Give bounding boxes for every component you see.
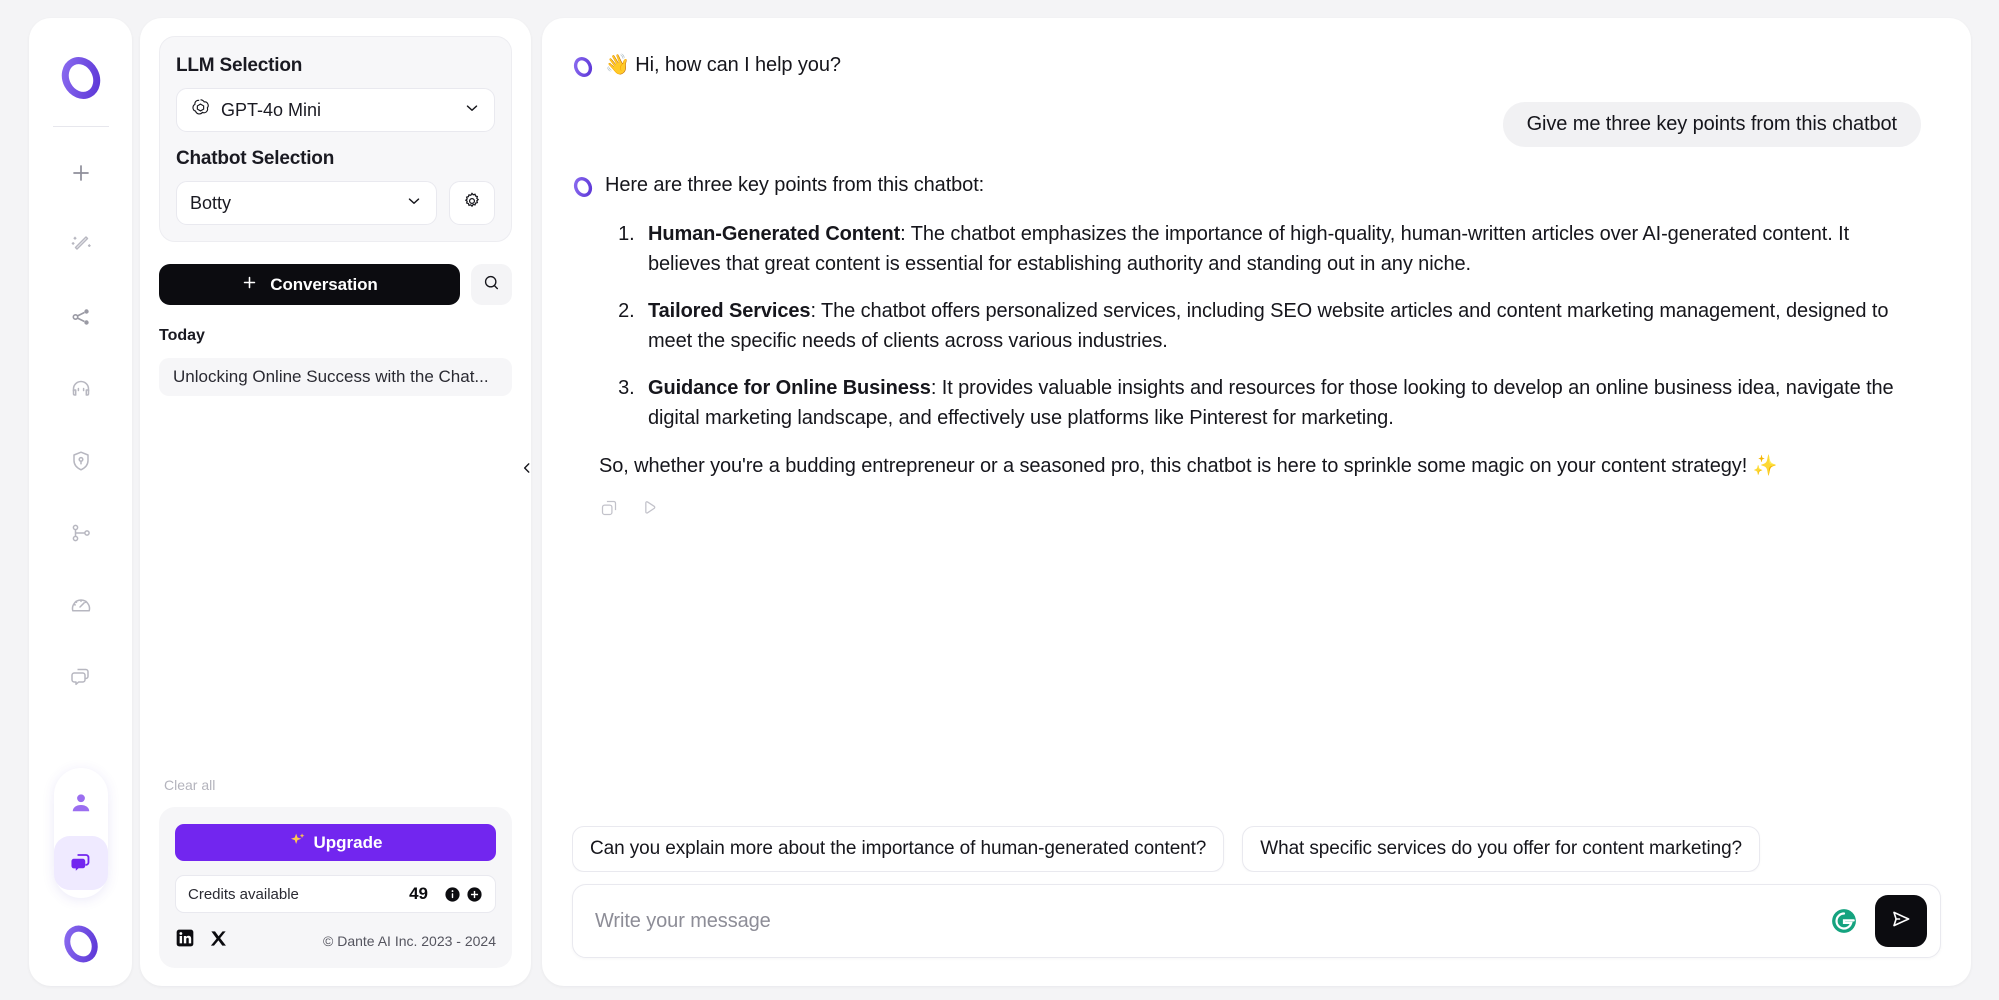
point-title: Human-Generated Content [648, 223, 901, 245]
chatbot-selection-dropdown[interactable]: Botty [176, 181, 437, 225]
bot-reply-header: Here are three key points from this chat… [572, 172, 1921, 199]
new-item-icon[interactable] [55, 147, 107, 199]
send-button[interactable] [1875, 895, 1927, 947]
list-item: Human-Generated Content: The chatbot emp… [640, 220, 1921, 279]
point-title: Guidance for Online Business [648, 377, 931, 400]
conversation-controls: Conversation [159, 264, 512, 305]
search-conversations-button[interactable] [471, 264, 512, 305]
chevron-left-icon [520, 461, 534, 480]
new-conversation-label: Conversation [270, 274, 378, 294]
icon-rail [29, 18, 132, 986]
point-title: Tailored Services [648, 300, 811, 323]
upgrade-button[interactable]: Upgrade [175, 824, 496, 861]
section-today-label: Today [159, 327, 205, 344]
plus-icon [241, 274, 258, 296]
suggestion-chip[interactable]: Can you explain more about the importanc… [572, 826, 1225, 872]
message-actions [599, 498, 1921, 518]
message-input-placeholder[interactable]: Write your message [595, 910, 1830, 933]
panel-spacer [159, 396, 512, 777]
play-audio-icon[interactable] [639, 498, 659, 518]
info-icon[interactable] [444, 886, 461, 903]
user-message: Give me three key points from this chatb… [572, 102, 1921, 147]
grammarly-icon[interactable] [1830, 907, 1858, 935]
share-icon[interactable] [55, 291, 107, 343]
message-list: 👋 Hi, how can I help you? Give me three … [542, 18, 1971, 786]
chatbot-settings-button[interactable] [449, 181, 495, 225]
llm-selection-dropdown[interactable]: GPT-4o Mini [176, 88, 495, 132]
clear-all-button[interactable]: Clear all [164, 777, 512, 793]
chat-bubbles-icon[interactable] [55, 651, 107, 703]
social-row: © Dante AI Inc. 2023 - 2024 [175, 928, 496, 953]
chatbot-selection-row: Botty [176, 181, 495, 225]
openai-icon [190, 97, 211, 123]
suggestion-chip[interactable]: What specific services do you offer for … [1242, 826, 1761, 872]
rail-bottom-group [29, 768, 132, 964]
chevron-down-icon [405, 192, 423, 215]
key-points-list: Human-Generated Content: The chatbot emp… [572, 220, 1921, 434]
chatbot-selection-value: Botty [190, 192, 232, 213]
plus-circle-icon[interactable] [466, 886, 483, 903]
conversation-list-item[interactable]: Unlocking Online Success with the Chat..… [159, 358, 512, 396]
workflow-icon[interactable] [55, 507, 107, 559]
bot-avatar [572, 176, 594, 198]
suggestion-chips: Can you explain more about the importanc… [572, 826, 1941, 872]
analytics-gauge-icon[interactable] [55, 579, 107, 631]
copy-message-icon[interactable] [599, 498, 619, 518]
credits-value: 49 [409, 884, 428, 903]
composer: Can you explain more about the importanc… [542, 826, 1971, 986]
list-item: Tailored Services: The chatbot offers pe… [640, 297, 1921, 356]
list-item: Guidance for Online Business: It provide… [640, 374, 1921, 433]
collapse-panel-button[interactable] [514, 444, 540, 496]
x-twitter-icon[interactable] [209, 929, 228, 953]
llm-selection-value: GPT-4o Mini [221, 99, 322, 120]
account-avatar-icon[interactable] [54, 776, 108, 830]
copyright-text: © Dante AI Inc. 2023 - 2024 [323, 932, 496, 949]
point-body: : The chatbot offers personalized servic… [648, 300, 1889, 352]
magic-wand-icon[interactable] [55, 219, 107, 271]
message-input-bar[interactable]: Write your message [572, 884, 1941, 958]
dante-ring-logo[interactable] [59, 56, 103, 100]
chevron-down-icon [463, 99, 481, 122]
llm-selection-label: LLM Selection [176, 55, 303, 76]
chatbot-selection-label: Chatbot Selection [176, 148, 335, 169]
rail-divider [52, 126, 109, 127]
left-panel: LLM Selection GPT-4o Mini Chatbot Select… [140, 18, 531, 986]
upgrade-label: Upgrade [313, 832, 383, 852]
panel-footer-card: Upgrade Credits available 49 © Dante AI … [159, 807, 512, 968]
chat-active-icon[interactable] [53, 836, 108, 890]
send-icon [1889, 907, 1913, 936]
user-message-bubble: Give me three key points from this chatb… [1502, 102, 1921, 147]
support-headset-icon[interactable] [55, 363, 107, 415]
dante-ring-logo-bottom[interactable] [61, 924, 101, 964]
bot-reply-message: Here are three key points from this chat… [572, 172, 1921, 518]
selection-card: LLM Selection GPT-4o Mini Chatbot Select… [159, 36, 512, 242]
linkedin-icon[interactable] [175, 928, 195, 953]
bot-greeting-message: 👋 Hi, how can I help you? [572, 52, 1921, 79]
credits-box: Credits available 49 [175, 875, 496, 913]
dante-ai-chat-app: LLM Selection GPT-4o Mini Chatbot Select… [0, 0, 1999, 1000]
reply-closing-text: So, whether you're a budding entrepreneu… [599, 454, 1778, 477]
sparkle-icon [289, 831, 307, 854]
greeting-text: 👋 Hi, how can I help you? [605, 54, 841, 76]
new-conversation-button[interactable]: Conversation [159, 264, 460, 305]
rail-bottom-pill [53, 768, 108, 898]
reply-intro-text: Here are three key points from this chat… [605, 174, 985, 196]
credits-label: Credits available [188, 885, 299, 903]
search-icon [482, 273, 501, 297]
gear-icon [462, 191, 482, 216]
bot-avatar [572, 56, 594, 78]
chat-area: 👋 Hi, how can I help you? Give me three … [542, 18, 1971, 986]
shield-key-icon[interactable] [55, 435, 107, 487]
rail-icon-list [55, 147, 107, 703]
